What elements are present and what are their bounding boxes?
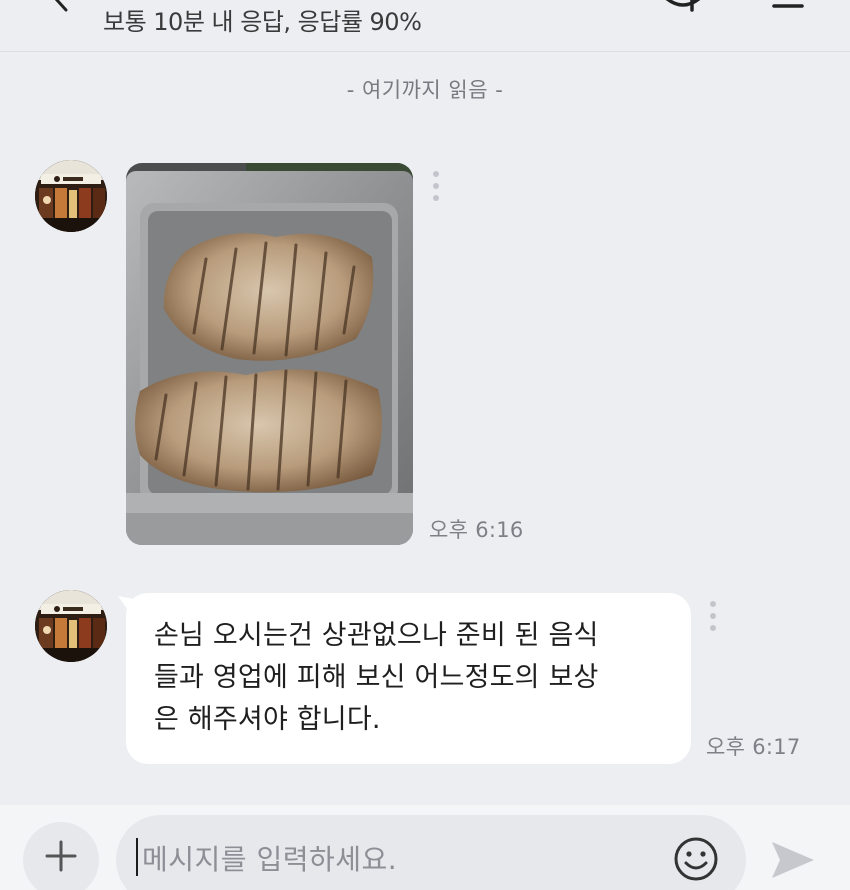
plus-icon <box>45 840 77 872</box>
message-text-line: 손님 오시는건 상관없으나 준비 된 음식 <box>154 620 599 651</box>
chat-header: 보통 10분 내 응답, 응답률 90% <box>0 0 850 52</box>
message-text-line: 은 해주셔야 합니다. <box>154 704 381 735</box>
menu-icon[interactable] <box>772 0 804 12</box>
response-rate-text: 보통 10분 내 응답, 응답률 90% <box>103 8 422 36</box>
message-more-icon[interactable] <box>709 601 717 635</box>
text-cursor <box>136 838 138 876</box>
shop-avatar[interactable] <box>35 590 107 662</box>
message-time: 오후 6:16 <box>429 518 524 542</box>
food-photo[interactable] <box>126 163 413 545</box>
attach-button[interactable] <box>23 822 99 890</box>
message-more-icon[interactable] <box>432 171 440 205</box>
message-time: 오후 6:17 <box>706 735 801 759</box>
emoji-icon[interactable] <box>673 836 719 882</box>
send-icon[interactable] <box>768 838 818 882</box>
read-marker: - 여기까지 읽음 - <box>346 78 504 102</box>
message-bubble[interactable]: 손님 오시는건 상관없으나 준비 된 음식 들과 영업에 피해 보신 어느정도의… <box>126 593 691 764</box>
call-icon[interactable] <box>662 0 704 16</box>
message-input-placeholder: 메시지를 입력하세요. <box>142 843 398 876</box>
message-text-line: 들과 영업에 피해 보신 어느정도의 보상 <box>154 662 599 693</box>
shop-avatar[interactable] <box>35 160 107 232</box>
back-arrow-icon[interactable] <box>44 0 74 16</box>
